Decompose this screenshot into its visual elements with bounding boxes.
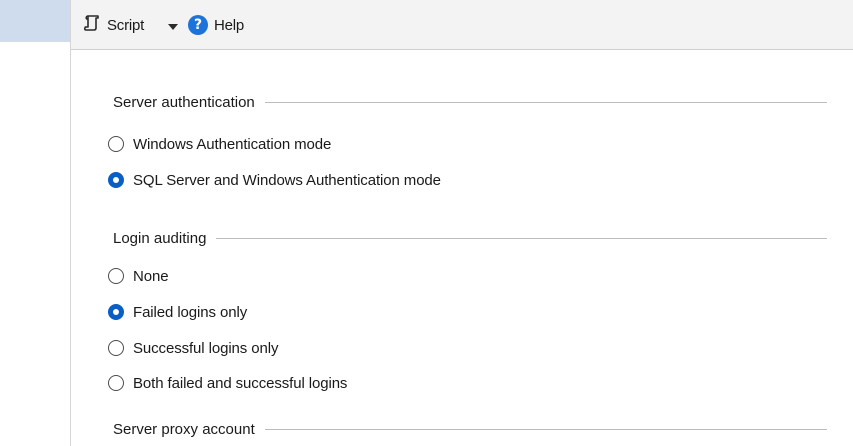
radio-label: Windows Authentication mode [133, 135, 332, 153]
group-divider [264, 101, 827, 103]
selected-page-highlight[interactable] [0, 0, 70, 42]
script-button[interactable]: Script [83, 12, 144, 38]
radio-label: Successful logins only [133, 339, 279, 357]
server-proxy-account-title: Server proxy account [113, 420, 255, 438]
radio-audit-none[interactable]: None [108, 265, 169, 287]
radio-label: Both failed and successful logins [133, 374, 348, 392]
group-divider [264, 428, 827, 430]
help-button[interactable]: ? Help [188, 12, 244, 38]
server-authentication-title: Server authentication [113, 93, 255, 111]
radio-button[interactable] [108, 375, 124, 391]
radio-button-selected[interactable] [108, 172, 124, 188]
script-label: Script [107, 16, 145, 34]
radio-windows-authentication[interactable]: Windows Authentication mode [108, 133, 331, 155]
security-settings-pane: Script ? Help Server authentication Wind… [70, 0, 853, 446]
radio-audit-both[interactable]: Both failed and successful logins [108, 372, 347, 394]
script-dropdown-button[interactable] [166, 12, 180, 38]
help-label: Help [214, 16, 245, 34]
help-icon: ? [188, 15, 208, 35]
radio-audit-successful-only[interactable]: Successful logins only [108, 337, 278, 359]
server-authentication-group-header: Server authentication [113, 92, 827, 112]
radio-label: SQL Server and Windows Authentication mo… [133, 171, 441, 189]
radio-button[interactable] [108, 136, 124, 152]
radio-label: Failed logins only [133, 303, 248, 321]
radio-button-selected[interactable] [108, 304, 124, 320]
login-auditing-title: Login auditing [113, 229, 207, 247]
page-selector-pane [0, 0, 70, 446]
radio-label: None [133, 267, 169, 285]
toolbar: Script ? Help [71, 0, 853, 50]
chevron-down-icon [168, 17, 178, 34]
radio-button[interactable] [108, 268, 124, 284]
radio-audit-failed-only[interactable]: Failed logins only [108, 301, 247, 323]
server-proxy-account-group-header: Server proxy account [113, 419, 827, 439]
group-divider [216, 237, 827, 239]
server-properties-security-page: Script ? Help Server authentication Wind… [0, 0, 853, 446]
login-auditing-group-header: Login auditing [113, 228, 827, 248]
radio-button[interactable] [108, 340, 124, 356]
script-icon [83, 14, 101, 36]
radio-sql-and-windows-authentication[interactable]: SQL Server and Windows Authentication mo… [108, 169, 441, 191]
